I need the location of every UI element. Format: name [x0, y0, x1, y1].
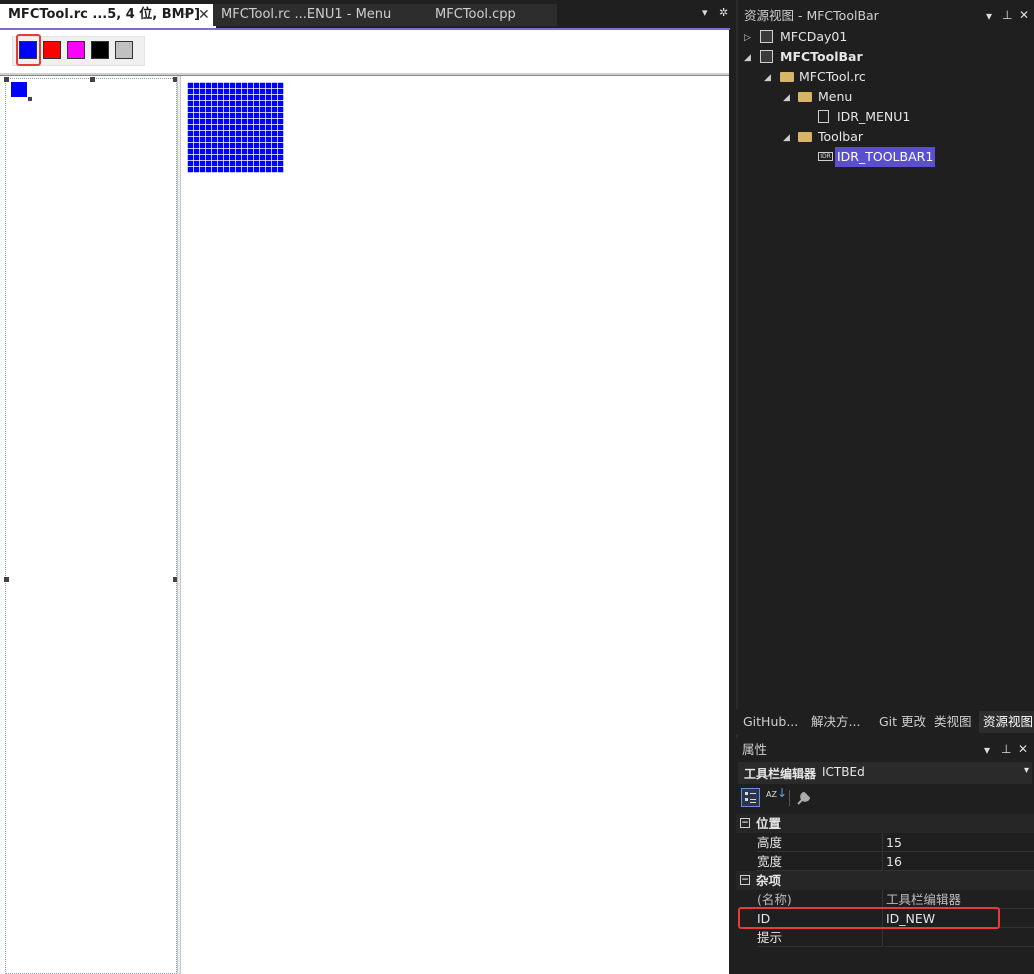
resize-handle[interactable]: [90, 77, 95, 82]
toolbar-resource-icon: IDR: [818, 152, 833, 161]
resize-handle[interactable]: [4, 77, 9, 82]
property-key: 高度: [757, 833, 883, 852]
rc-project-icon: [760, 50, 773, 63]
tab-label: MFCTool.cpp: [435, 7, 516, 22]
close-icon[interactable]: ✕: [1018, 742, 1028, 756]
tab-mfctool-rc-bmp[interactable]: MFCTool.rc ...5, 4 位, BMP] ⊣ ✕: [0, 4, 216, 28]
property-pages-icon[interactable]: [795, 789, 813, 810]
tree-item-label: MFCDay01: [780, 29, 848, 44]
dropdown-icon[interactable]: ▾: [984, 743, 990, 757]
chevron-down-icon[interactable]: ▾: [1024, 765, 1029, 776]
tab-resource-view[interactable]: 资源视图: [979, 711, 1034, 733]
alphabetical-icon-text: AZ: [766, 790, 777, 799]
pin-icon[interactable]: ⊥: [1002, 8, 1012, 22]
id-row-highlight: [738, 907, 1000, 929]
object-name: 工具栏编辑器: [744, 767, 817, 781]
property-row-height[interactable]: 高度 15: [736, 833, 1034, 852]
toolbar-divider: [789, 790, 790, 806]
rc-project-icon: [760, 30, 773, 43]
toolbar-button-red[interactable]: [43, 41, 61, 59]
document-tab-bar: MFCTool.rc ...5, 4 位, BMP] ⊣ ✕ MFCTool.r…: [0, 0, 736, 29]
tree-item-label: IDR_MENU1: [837, 109, 911, 124]
resize-handle[interactable]: [4, 577, 9, 582]
property-row-width[interactable]: 宽度 16: [736, 852, 1034, 871]
tab-mfctool-cpp[interactable]: MFCTool.cpp: [427, 4, 557, 26]
magnified-pixel-grid[interactable]: [187, 82, 284, 173]
editor-horizontal-separator: [0, 73, 729, 76]
pin-icon[interactable]: ⊥: [1001, 742, 1011, 756]
menu-resource-icon: [818, 110, 829, 123]
tab-mfctool-rc-menu[interactable]: MFCTool.rc ...ENU1 - Menu: [213, 4, 427, 26]
tab-git-changes[interactable]: Git 更改: [879, 711, 926, 733]
tab-label: MFCTool.rc ...5, 4 位, BMP]: [8, 7, 201, 22]
category-misc[interactable]: − 杂项: [736, 871, 1034, 890]
tree-item-label: MFCTool.rc: [799, 69, 866, 84]
image-resize-handle[interactable]: [28, 97, 32, 101]
category-label: 位置: [756, 816, 782, 831]
object-type: ICTBEd: [822, 765, 865, 779]
tab-github[interactable]: GitHub...: [743, 711, 798, 733]
properties-toolbar: AZ↓: [736, 786, 1034, 810]
tab-class-view[interactable]: 类视图: [934, 711, 972, 733]
dropdown-icon[interactable]: ▾: [986, 9, 992, 23]
actual-size-pane[interactable]: [5, 78, 177, 974]
tab-dropdown-icon[interactable]: ▾: [702, 6, 708, 19]
toolbar-button-magenta[interactable]: [67, 41, 85, 59]
collapse-icon[interactable]: −: [740, 818, 750, 828]
toolbar-button-gray[interactable]: [115, 41, 133, 59]
folder-open-icon: [798, 92, 812, 102]
category-position[interactable]: − 位置: [736, 814, 1034, 833]
tree-item-label: MFCToolBar: [780, 49, 863, 64]
toolbar-button-black[interactable]: [91, 41, 109, 59]
collapse-arrow-icon[interactable]: ◢: [764, 68, 771, 88]
category-label: 杂项: [756, 873, 782, 888]
tree-item-label: IDR_TOOLBAR1: [835, 147, 936, 167]
property-key: 宽度: [757, 852, 883, 871]
folder-open-icon: [798, 132, 812, 142]
selected-button-highlight: [16, 34, 41, 66]
collapse-arrow-icon[interactable]: ◢: [744, 48, 751, 68]
tab-label: MFCTool.rc ...ENU1 - Menu: [221, 7, 392, 22]
categorized-icon[interactable]: [741, 788, 760, 807]
collapse-icon[interactable]: −: [740, 875, 750, 885]
toolbar-editor: [0, 30, 729, 974]
pane-splitter[interactable]: [177, 76, 181, 974]
folder-open-icon: [780, 72, 794, 82]
tab-solution-explorer[interactable]: 解决方...: [811, 711, 860, 733]
close-icon[interactable]: ✕: [198, 4, 210, 26]
collapse-arrow-icon[interactable]: ◢: [783, 128, 790, 148]
settings-icon[interactable]: ✲: [719, 6, 728, 19]
close-icon[interactable]: ✕: [1019, 8, 1029, 22]
actual-size-image: [11, 82, 27, 97]
properties-panel: 属性 ▾ ⊥ ✕ 工具栏编辑器 ICTBEd ▾ AZ↓ − 位置 高度 15 …: [736, 738, 1034, 974]
property-value[interactable]: 16: [884, 852, 1034, 871]
tree-item-label: Menu: [818, 89, 853, 104]
object-selector[interactable]: 工具栏编辑器 ICTBEd ▾: [738, 762, 1032, 784]
resource-view-title: 资源视图 - MFCToolBar: [744, 8, 879, 23]
property-key: 提示: [757, 928, 883, 947]
panel-tab-strip: GitHub... 解决方... Git 更改 类视图 资源视图: [736, 709, 1034, 734]
properties-title: 属性: [742, 742, 768, 757]
alphabetical-icon[interactable]: AZ↓: [766, 787, 787, 807]
property-row-prompt[interactable]: 提示: [736, 928, 1034, 947]
pin-icon[interactable]: ⊣: [180, 4, 190, 26]
tree-item-label: Toolbar: [818, 129, 864, 144]
collapse-arrow-icon[interactable]: ◢: [783, 88, 790, 108]
expand-arrow-icon[interactable]: ▷: [744, 28, 751, 48]
property-value[interactable]: [884, 928, 1034, 947]
property-value[interactable]: 15: [884, 833, 1034, 852]
